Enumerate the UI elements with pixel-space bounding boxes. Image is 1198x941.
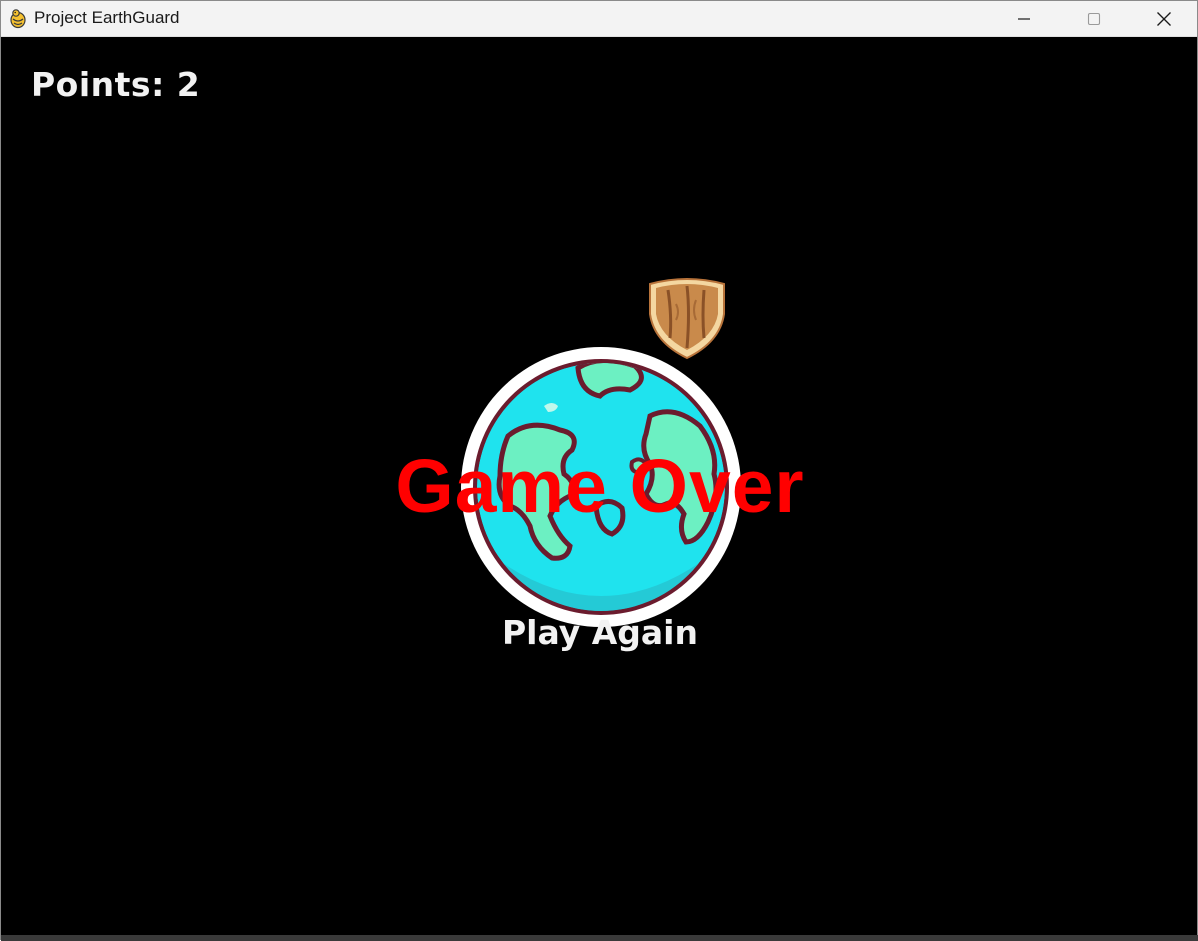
wooden-shield-icon [649,278,725,360]
pygame-snake-icon [10,9,26,29]
maximize-icon [1087,12,1101,26]
title-bar[interactable]: Project EarthGuard [1,1,1197,37]
points-counter: Points: 2 [31,65,201,104]
game-canvas[interactable]: Points: 2 Game Over Play Again [1,37,1197,935]
minimize-icon [1018,18,1030,20]
minimize-button[interactable] [989,1,1059,37]
game-over-text: Game Over [395,444,805,528]
close-icon [1157,12,1171,26]
close-button[interactable] [1129,1,1198,37]
window-title: Project EarthGuard [34,8,180,27]
game-window: Project EarthGuard Points: 2 Game Over P… [0,0,1198,941]
window-bottom-border [1,935,1198,941]
play-again-button[interactable]: Play Again [500,613,700,652]
maximize-button[interactable] [1059,1,1129,37]
